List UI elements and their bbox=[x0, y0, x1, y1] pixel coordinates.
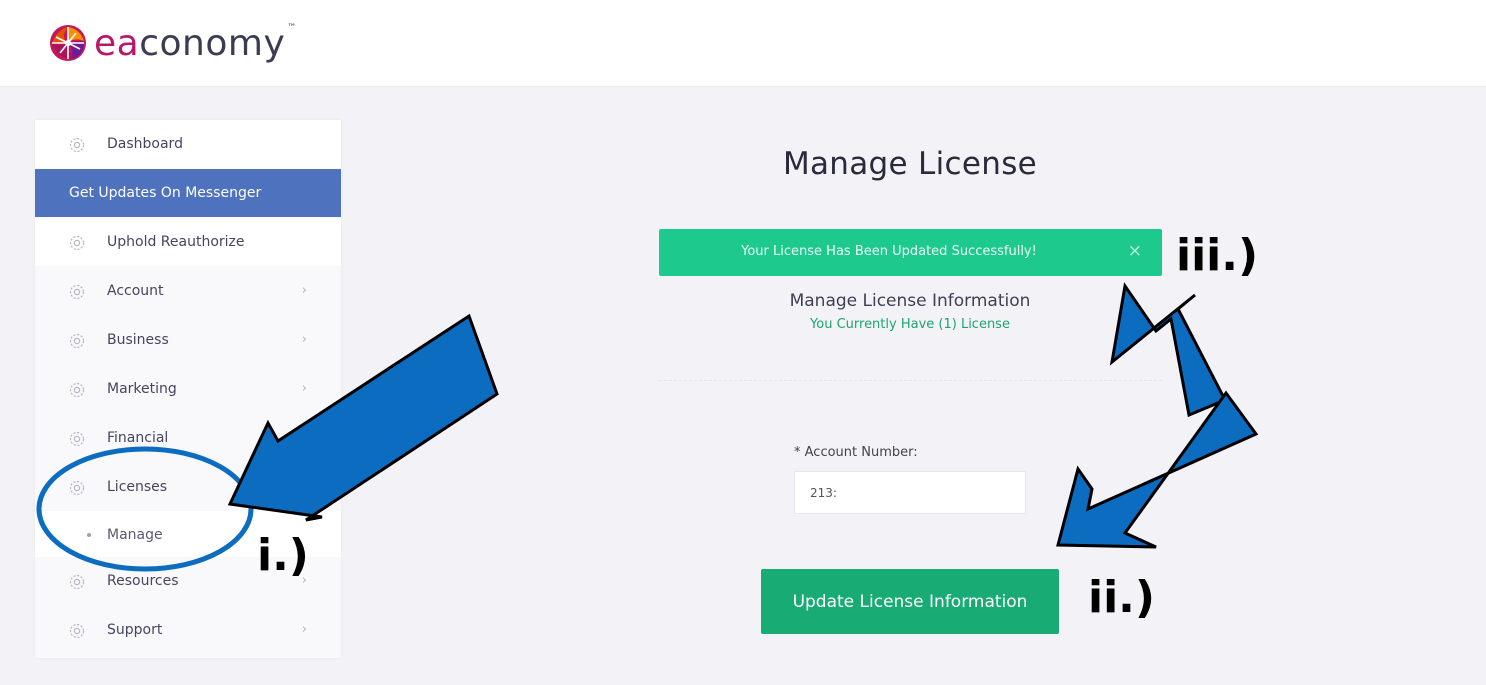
chevron-right-icon: › bbox=[301, 332, 307, 347]
gear-icon bbox=[69, 623, 85, 639]
chevron-right-icon: › bbox=[301, 381, 307, 396]
sidebar-item-account[interactable]: Account › bbox=[35, 267, 341, 315]
callout-label-ii: ii.) bbox=[1088, 572, 1155, 623]
sidebar-item-dashboard[interactable]: Dashboard bbox=[35, 120, 341, 168]
update-license-button[interactable]: Update License Information bbox=[761, 569, 1059, 634]
sidebar-item-label: Dashboard bbox=[107, 136, 183, 152]
arrow-ii bbox=[1056, 390, 1259, 549]
sidebar-item-support[interactable]: Support › bbox=[35, 606, 341, 654]
sidebar-item-licenses[interactable]: Licenses bbox=[35, 463, 341, 511]
gear-icon bbox=[69, 284, 85, 300]
sidebar-item-label: Support bbox=[107, 622, 163, 638]
brain-logo-icon bbox=[50, 25, 86, 61]
sidebar-item-financial[interactable]: Financial bbox=[35, 414, 341, 462]
sidebar-item-business[interactable]: Business › bbox=[35, 316, 341, 364]
sidebar-item-label: Marketing bbox=[107, 381, 177, 397]
gear-icon bbox=[69, 431, 85, 447]
success-alert: Your License Has Been Updated Successful… bbox=[659, 229, 1162, 276]
license-info-title: Manage License Information bbox=[789, 291, 1031, 311]
account-number-input[interactable] bbox=[794, 471, 1026, 514]
alert-message: Your License Has Been Updated Successful… bbox=[741, 244, 1037, 259]
gear-icon bbox=[69, 137, 85, 153]
gear-icon bbox=[69, 235, 85, 251]
close-icon[interactable]: × bbox=[1128, 241, 1142, 261]
sidebar-item-label: Resources bbox=[107, 573, 179, 589]
bullet-icon bbox=[87, 533, 91, 537]
sidebar-item-label: Business bbox=[107, 332, 169, 348]
sidebar-item-uphold-reauthorize[interactable]: Uphold Reauthorize bbox=[35, 218, 341, 266]
gear-icon bbox=[69, 480, 85, 496]
sidebar-item-label: Licenses bbox=[107, 479, 168, 495]
gear-icon bbox=[69, 382, 85, 398]
license-count-text: You Currently Have (1) License bbox=[810, 317, 1010, 332]
top-bar: eaconomy ™ bbox=[0, 0, 1486, 87]
divider bbox=[659, 380, 1162, 381]
sidebar-item-label: Uphold Reauthorize bbox=[107, 234, 245, 250]
sidebar-item-label: Account bbox=[107, 283, 164, 299]
callout-label-i: i.) bbox=[257, 530, 309, 581]
page-title: Manage License bbox=[782, 146, 1038, 182]
sidebar-item-label: Manage bbox=[107, 527, 163, 543]
gear-icon bbox=[69, 333, 85, 349]
sidebar-item-label: Get Updates On Messenger bbox=[69, 185, 262, 201]
account-number-label: * Account Number: bbox=[794, 445, 918, 460]
gear-icon bbox=[69, 574, 85, 590]
callout-label-iii: iii.) bbox=[1176, 230, 1259, 281]
chevron-right-icon: › bbox=[301, 283, 307, 298]
logo-wordmark: eaconomy ™ bbox=[94, 22, 297, 64]
sidebar-item-label: Financial bbox=[107, 430, 169, 446]
logo[interactable]: eaconomy ™ bbox=[48, 18, 297, 68]
chevron-right-icon: › bbox=[301, 622, 307, 637]
sidebar-item-marketing[interactable]: Marketing › bbox=[35, 365, 341, 413]
sidebar-item-messenger[interactable]: Get Updates On Messenger bbox=[35, 169, 341, 217]
